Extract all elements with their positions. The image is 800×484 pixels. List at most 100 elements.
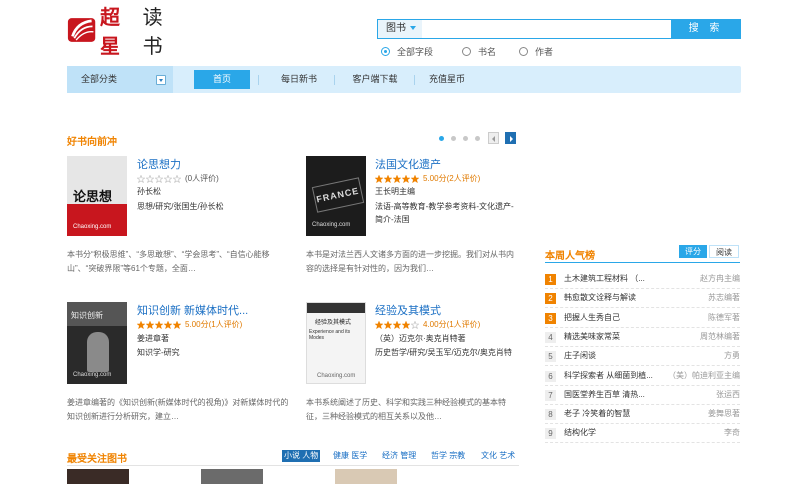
rank-book-title[interactable]: 精选美味家常菜 [564, 331, 620, 342]
book-cover[interactable] [67, 469, 129, 484]
ranking-item[interactable]: 3 把握人生秀自己 陈德军著 [545, 309, 740, 328]
star-icon [173, 320, 181, 329]
popular-tab-health[interactable]: 健康 医学 [333, 450, 367, 462]
site-logo[interactable]: 超星 读书 [67, 5, 179, 58]
rank-book-author: 李奇 [724, 428, 740, 438]
ranking-tab-reads[interactable]: 阅读 [709, 245, 739, 258]
rank-number: 5 [545, 351, 556, 363]
rank-book-author: 姜舞思著 [708, 409, 740, 419]
carousel-dot[interactable] [463, 136, 468, 141]
star-icon [155, 174, 163, 183]
book-author: （英）迈克尔·奥克肖特著 [375, 334, 466, 343]
rank-book-author: 赵方冉主编 [700, 274, 740, 283]
star-icon [164, 174, 172, 183]
book-description: 本书系统阐述了历史、科学和实践三种经验模式的基本特征，三种经验模式的相互关系以及… [306, 398, 506, 421]
carousel-prev-button[interactable] [488, 132, 499, 144]
book-tags: 历史哲学/研究/吴玉军/迈克尔/奥克肖特 [375, 348, 512, 357]
rank-book-author: 方勇 [724, 351, 740, 361]
rating-text: 4.00分(1人评价) [423, 320, 481, 329]
main-nav: 全部分类 首页 每日新书 客户端下载 充值星币 [67, 66, 741, 93]
nav-client-download[interactable]: 客户端下载 [341, 70, 409, 89]
cover-title: 经验及其模式 [315, 320, 352, 326]
popular-tab-economy[interactable]: 经济 管理 [382, 450, 416, 462]
nav-home[interactable]: 首页 [194, 70, 250, 89]
radio-label: 书名 [478, 46, 497, 57]
nav-recharge[interactable]: 充值星币 [419, 70, 475, 89]
all-categories-dropdown[interactable]: 全部分类 [67, 66, 173, 93]
radio-title[interactable]: 书名 [462, 45, 496, 58]
rank-book-title[interactable]: 庄子闲谈 [564, 350, 596, 361]
book-rating: 4.00分(1人评价) [375, 319, 480, 330]
book-description: 本书分“积极思维”、“多思敢想”、“学会思考”、“自信心能移山”、“突破界限”等… [67, 250, 270, 273]
star-icon [384, 320, 392, 329]
radio-all-fields[interactable]: 全部字段 [381, 45, 433, 58]
search-input[interactable] [424, 20, 670, 38]
rating-text: 5.00分(2人评价) [423, 174, 481, 183]
book-cover[interactable]: FRANCE Chaoxing.com [306, 156, 366, 236]
book-author: 孙长松 [137, 187, 161, 196]
ranking-item[interactable]: 8 老子 冷笑着的智慧 姜舞思著 [545, 405, 740, 425]
ranking-item[interactable]: 7 国医堂养生百草 清热... 张运西 [545, 386, 740, 405]
popular-tab-culture[interactable]: 文化 艺术 [481, 450, 515, 462]
rank-book-title[interactable]: 科学探索者 从细菌到植... [564, 370, 653, 381]
ranking-tab-score[interactable]: 评分 [679, 245, 707, 258]
star-icon [137, 320, 145, 329]
popular-divider [67, 465, 519, 466]
rank-book-author: 苏志编著 [708, 293, 740, 303]
book-cover[interactable] [201, 469, 263, 484]
book-title-link[interactable]: 法国文化遗产 [375, 156, 441, 172]
rank-book-title[interactable]: 土木建筑工程材料 （... [564, 273, 645, 284]
book-cover[interactable] [335, 469, 397, 484]
chevron-down-icon[interactable] [156, 75, 166, 85]
book-title-link[interactable]: 论思想力 [137, 156, 181, 172]
popular-tab-fiction[interactable]: 小说 人物 [282, 450, 321, 462]
radio-author[interactable]: 作者 [519, 45, 553, 58]
radio-label: 全部字段 [397, 46, 434, 57]
book-title-link[interactable]: 知识创新 新媒体时代... [137, 302, 248, 318]
book-tags: 知识学-研究 [137, 348, 180, 357]
ranking-item[interactable]: 5 庄子闲谈 方勇 [545, 347, 740, 367]
carousel-dot[interactable] [475, 136, 480, 141]
rank-number: 7 [545, 389, 556, 401]
search-field-options: 全部字段 书名 作者 [381, 44, 570, 58]
rank-book-title[interactable]: 结构化学 [564, 427, 596, 438]
star-icon [375, 174, 383, 183]
book-cover[interactable]: 知识创新 Chaoxing.com [67, 302, 127, 384]
book-description: 姜进章编著的《知识创新(新媒体时代的视角)》对新媒体时代的知识创新进行分析研究，… [67, 398, 289, 421]
ranking-item[interactable]: 4 精选美味家常菜 周范林编著 [545, 328, 740, 347]
rank-book-title[interactable]: 老子 冷笑着的智慧 [564, 408, 630, 419]
rank-number: 1 [545, 274, 556, 285]
logo-brand-text: 超星 [99, 5, 120, 58]
rank-book-title[interactable]: 把握人生秀自己 [564, 312, 620, 323]
ranking-item[interactable]: 2 韩愈散文诠释与解读 苏志编著 [545, 289, 740, 309]
carousel-dot[interactable] [451, 136, 456, 141]
cover-title: 知识创新 [71, 311, 103, 320]
book-cover[interactable]: 经验及其模式 Experience and its Modes Chaoxing… [306, 302, 366, 384]
book-author: 姜进章著 [137, 334, 169, 343]
site-name: 读书 [142, 7, 163, 58]
ranking-item[interactable]: 6 科学探索者 从细菌到植... （美）帕迪利亚主编 [545, 367, 740, 386]
carousel-dot[interactable] [439, 136, 444, 141]
nav-daily-new[interactable]: 每日新书 [269, 70, 329, 89]
star-icon [402, 174, 410, 183]
book-cover[interactable]: 论思想力 Chaoxing.com [67, 156, 127, 236]
rank-book-title[interactable]: 韩愈散文诠释与解读 [564, 292, 636, 303]
rank-book-author: 陈德军著 [708, 312, 740, 322]
rank-book-author: （美）帕迪利亚主编 [668, 370, 740, 380]
search-category-select[interactable]: 图书 [378, 20, 422, 38]
rating-stars [137, 174, 182, 183]
nav-divider [334, 75, 335, 85]
popular-tab-philosophy[interactable]: 哲学 宗教 [431, 450, 465, 462]
rank-book-author: 周范林编著 [700, 331, 740, 341]
book-title-link[interactable]: 经验及其模式 [375, 302, 441, 318]
carousel-next-button[interactable] [505, 132, 516, 144]
rank-number: 4 [545, 331, 556, 343]
rank-number: 2 [545, 293, 556, 305]
rank-book-title[interactable]: 国医堂养生百草 清热... [564, 389, 645, 400]
ranking-divider [545, 262, 740, 263]
ranking-item[interactable]: 9 结构化学 李奇 [545, 424, 740, 444]
star-icon [402, 320, 410, 329]
ranking-title: 本周人气榜 [545, 251, 595, 262]
search-button[interactable]: 搜 索 [671, 19, 741, 39]
ranking-item[interactable]: 1 土木建筑工程材料 （... 赵方冉主编 [545, 270, 740, 289]
